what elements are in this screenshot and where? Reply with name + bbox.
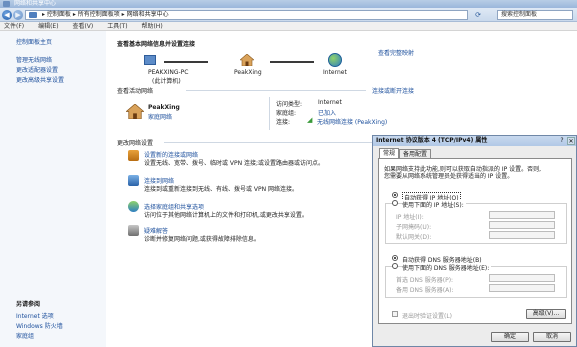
new-connection-icon — [128, 150, 139, 161]
map-connector — [164, 61, 208, 63]
menu-help[interactable]: 帮助(H) — [141, 22, 162, 31]
access-type-value: Internet — [318, 99, 342, 106]
homegroup-label: 家庭组: — [276, 110, 297, 117]
task-connect-network-desc: 连接到或重新连接到无线、有线、拨号或 VPN 网络连接。 — [144, 186, 299, 193]
menu-edit[interactable]: 编辑(E) — [38, 22, 58, 31]
back-arrow-icon[interactable]: ◀ — [2, 10, 12, 20]
computer-icon — [144, 55, 156, 65]
cancel-button[interactable]: 取消 — [533, 332, 571, 342]
auto-dns-radio[interactable] — [392, 255, 398, 261]
navigation-bar: ◀ ▶ ▸ 控制面板 ▸ 所有控制面板项 ▸ 网络和共享中心 ⟳ 搜索控制面板 — [0, 8, 577, 22]
ipv4-properties-dialog: Internet 协议版本 4 (TCP/IPv4) 属性 ? ✕ 常规 备用配… — [372, 135, 577, 347]
ip-address-label: IP 地址(I): — [396, 214, 424, 221]
subnet-mask-field[interactable] — [489, 221, 555, 229]
ok-button[interactable]: 确定 — [491, 332, 529, 342]
tab-alternate-config[interactable]: 备用配置 — [399, 149, 432, 158]
ip-address-field[interactable] — [489, 211, 555, 219]
see-also-heading: 另请参阅 — [16, 301, 41, 308]
validate-checkbox[interactable] — [392, 311, 398, 317]
forward-arrow-icon[interactable]: ▶ — [13, 10, 23, 20]
dialog-description-line2: 您需要从网络系统管理员处获得适当的 IP 设置。 — [384, 173, 514, 180]
task-troubleshoot-desc: 诊断并修复网络问题,或获得故障排除信息。 — [144, 236, 260, 243]
sidebar-item-adapter[interactable]: 更改适配器设置 — [16, 65, 58, 74]
network-center-icon — [3, 1, 10, 7]
change-settings-title: 更改网络设置 — [117, 140, 154, 147]
default-gateway-label: 默认网关(D): — [396, 234, 432, 241]
menu-bar: 文件(F) 编辑(E) 查看(V) 工具(T) 帮助(H) — [0, 22, 577, 31]
section-divider — [164, 142, 374, 143]
task-homegroup-sharing-desc: 访问位于其他网络计算机上的文件和打印机,或更改共享设置。 — [144, 212, 308, 219]
see-also-internet-options[interactable]: Internet 选项 — [16, 311, 54, 320]
default-gateway-field[interactable] — [489, 231, 555, 239]
auto-ip-radio[interactable] — [392, 192, 398, 198]
menu-view[interactable]: 查看(V) — [72, 22, 93, 31]
window-title: 网络和共享中心 — [14, 0, 57, 7]
map-internet: Internet — [323, 69, 347, 76]
menu-file[interactable]: 文件(F) — [4, 22, 24, 31]
page-title: 查看基本网络信息并设置连接 — [117, 41, 196, 48]
map-pc-name: PEAKXING-PC — [148, 69, 189, 76]
manual-ip-label[interactable]: 使用下面的 IP 地址(S): — [402, 200, 466, 209]
alternate-dns-field[interactable] — [489, 284, 555, 292]
manual-dns-radio[interactable] — [392, 263, 398, 269]
manual-dns-label[interactable]: 使用下面的 DNS 服务器地址(E): — [402, 263, 492, 272]
subnet-mask-label: 子网掩码(U): — [396, 224, 432, 231]
section-divider — [186, 90, 366, 91]
home-network-icon — [126, 104, 144, 119]
task-new-connection-desc: 设置无线、宽带、拨号、临时或 VPN 连接;或设置路由器或访问点。 — [144, 160, 325, 167]
active-networks-title: 查看活动网络 — [117, 88, 154, 95]
close-icon[interactable]: ✕ — [567, 137, 575, 145]
wireless-signal-icon: ◢ — [307, 116, 313, 124]
map-network-name: PeakXing — [234, 69, 262, 76]
internet-globe-icon — [328, 53, 342, 67]
general-tab-panel: 如果网络支持此功能,则可以获取自动指派的 IP 设置。否则, 您需要从网络系统管… — [378, 158, 572, 324]
preferred-dns-field[interactable] — [489, 274, 555, 282]
control-panel-icon — [29, 12, 37, 18]
refresh-icon[interactable]: ⟳ — [471, 10, 485, 20]
homegroup-sharing-icon — [128, 201, 139, 212]
home-network-icon — [240, 54, 254, 66]
full-map-link[interactable]: 查看完整映射 — [378, 48, 414, 57]
access-type-label: 访问类型: — [276, 101, 303, 108]
dialog-title-bar: Internet 协议版本 4 (TCP/IPv4) 属性 — [373, 136, 576, 146]
see-also-homegroup[interactable]: 家庭组 — [16, 331, 34, 340]
sidebar-item-sharing[interactable]: 更改高级共享设置 — [16, 75, 64, 84]
wireless-connection-link[interactable]: 无线网络连接 (PeakXing) — [317, 117, 387, 126]
connections-label: 连接: — [276, 119, 291, 126]
menu-tools[interactable]: 工具(T) — [107, 22, 127, 31]
see-also-firewall[interactable]: Windows 防火墙 — [16, 321, 63, 330]
dialog-title: Internet 协议版本 4 (TCP/IPv4) 属性 — [376, 137, 488, 144]
connect-network-icon — [128, 175, 139, 186]
breadcrumb: ▸ 控制面板 ▸ 所有控制面板项 ▸ 网络和共享中心 — [42, 11, 169, 18]
map-pc-sub: (此计算机) — [152, 78, 181, 85]
manual-ip-radio[interactable] — [392, 200, 398, 206]
sidebar: 控制面板主页 管理无线网络 更改适配器设置 更改高级共享设置 另请参阅 Inte… — [0, 31, 106, 347]
vertical-divider — [269, 97, 270, 130]
advanced-button[interactable]: 高级(V)... — [526, 309, 566, 319]
connect-disconnect-link[interactable]: 连接或断开连接 — [372, 86, 414, 95]
active-network-name: PeakXing — [148, 104, 180, 111]
search-input[interactable]: 搜索控制面板 — [497, 10, 573, 20]
homegroup-value[interactable]: 已加入 — [318, 108, 336, 117]
sidebar-home-link[interactable]: 控制面板主页 — [16, 37, 52, 46]
alternate-dns-label: 备用 DNS 服务器(A): — [396, 287, 454, 294]
troubleshoot-icon — [128, 225, 139, 236]
network-type-link[interactable]: 家庭网络 — [148, 112, 172, 121]
validate-label: 退出时验证设置(L) — [402, 313, 453, 320]
window-title-bar: 网络和共享中心 — [0, 0, 577, 8]
tab-general[interactable]: 常规 — [379, 148, 400, 158]
address-bar[interactable]: ▸ 控制面板 ▸ 所有控制面板项 ▸ 网络和共享中心 — [25, 10, 468, 20]
sidebar-item-wireless[interactable]: 管理无线网络 — [16, 55, 52, 64]
map-connector — [270, 61, 314, 63]
preferred-dns-label: 首选 DNS 服务器(P): — [396, 277, 454, 284]
help-icon[interactable]: ? — [558, 137, 566, 145]
